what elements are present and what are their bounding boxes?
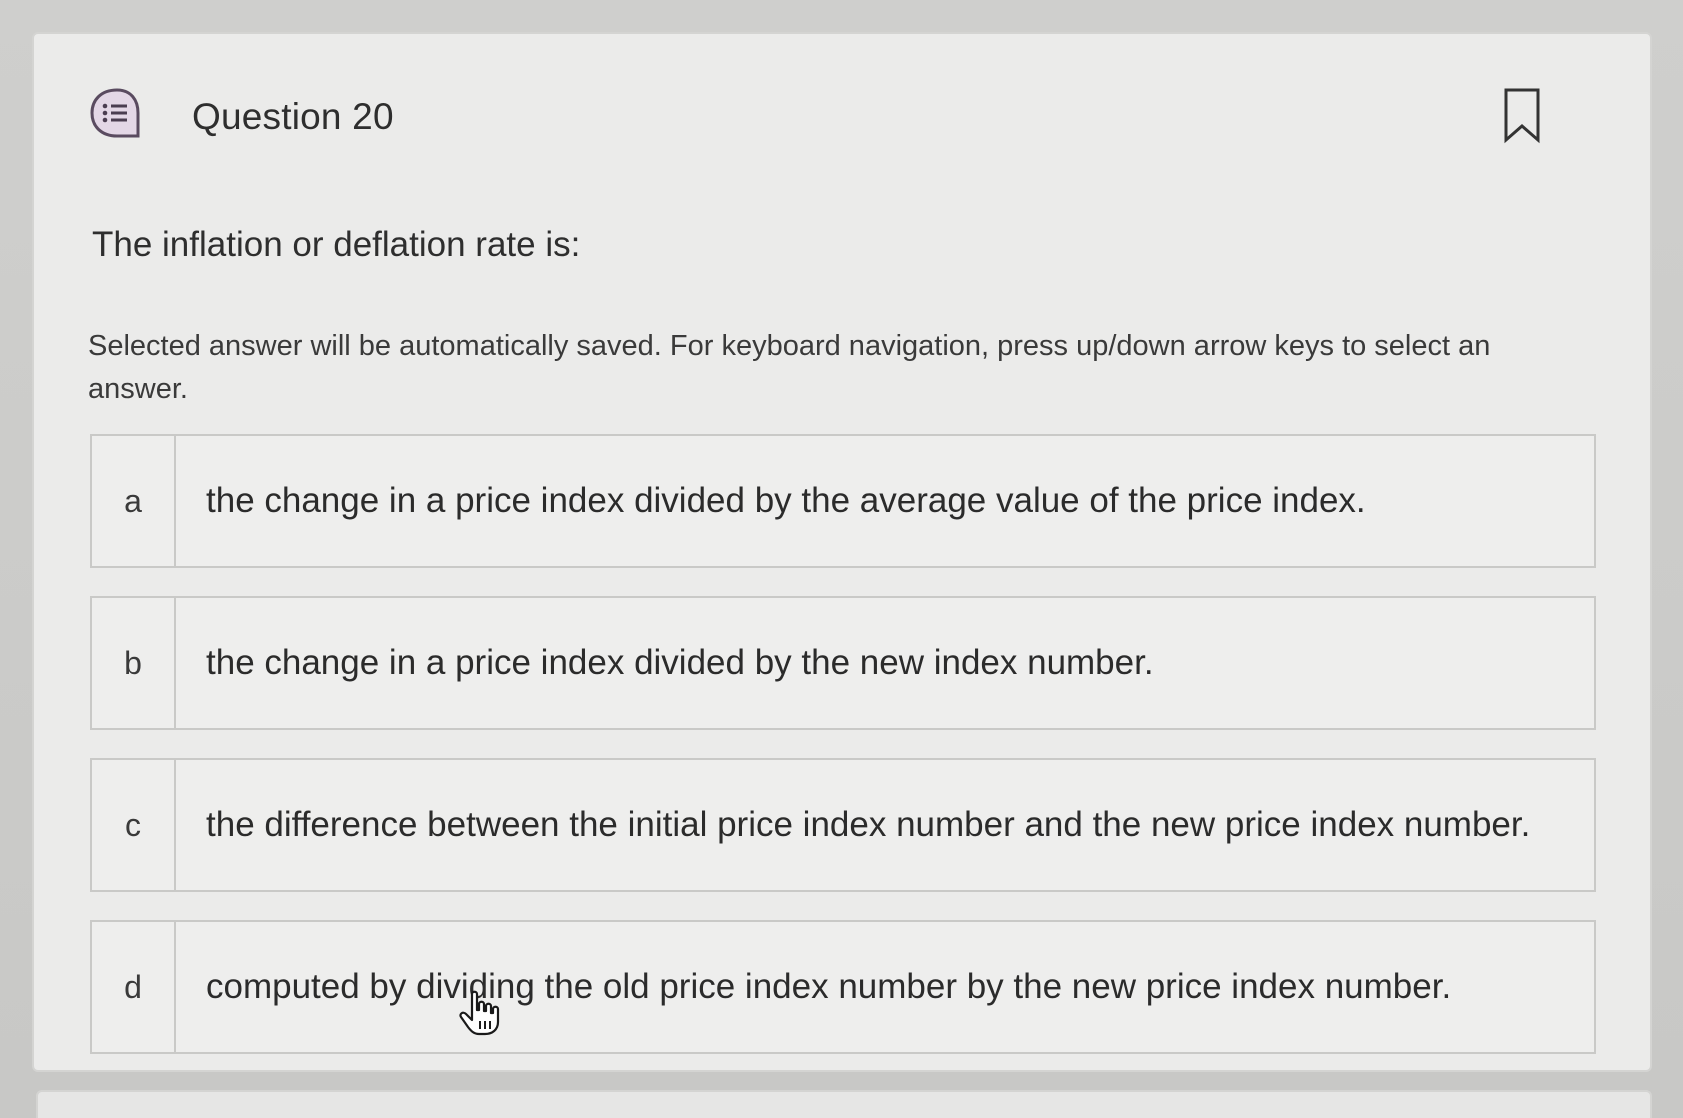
option-letter: b xyxy=(92,598,176,728)
option-text: the difference between the initial price… xyxy=(206,805,1531,844)
option-letter: d xyxy=(92,922,176,1052)
answer-instructions: Selected answer will be automatically sa… xyxy=(88,330,1491,405)
question-list-icon xyxy=(88,86,146,144)
question-header: Question 20 xyxy=(52,50,1552,144)
option-letter: c xyxy=(92,760,176,890)
answer-option-a[interactable]: a the change in a price index divided by… xyxy=(90,434,1596,568)
answer-option-d[interactable]: d computed by dividing the old price ind… xyxy=(90,920,1596,1054)
answer-option-c[interactable]: c the difference between the initial pri… xyxy=(90,758,1596,892)
question-title: Question 20 xyxy=(192,96,394,137)
option-text: the change in a price index divided by t… xyxy=(206,481,1366,520)
question-prompt: The inflation or deflation rate is: xyxy=(92,225,581,264)
option-text: computed by dividing the old price index… xyxy=(206,967,1452,1006)
page: Question 20 The inflation or deflation r… xyxy=(0,0,1683,1118)
option-letter: a xyxy=(92,436,176,566)
next-question-card-edge xyxy=(36,1090,1652,1118)
bookmark-icon[interactable] xyxy=(1502,86,1542,146)
option-text: the change in a price index divided by t… xyxy=(206,643,1154,682)
answer-option-b[interactable]: b the change in a price index divided by… xyxy=(90,596,1596,730)
